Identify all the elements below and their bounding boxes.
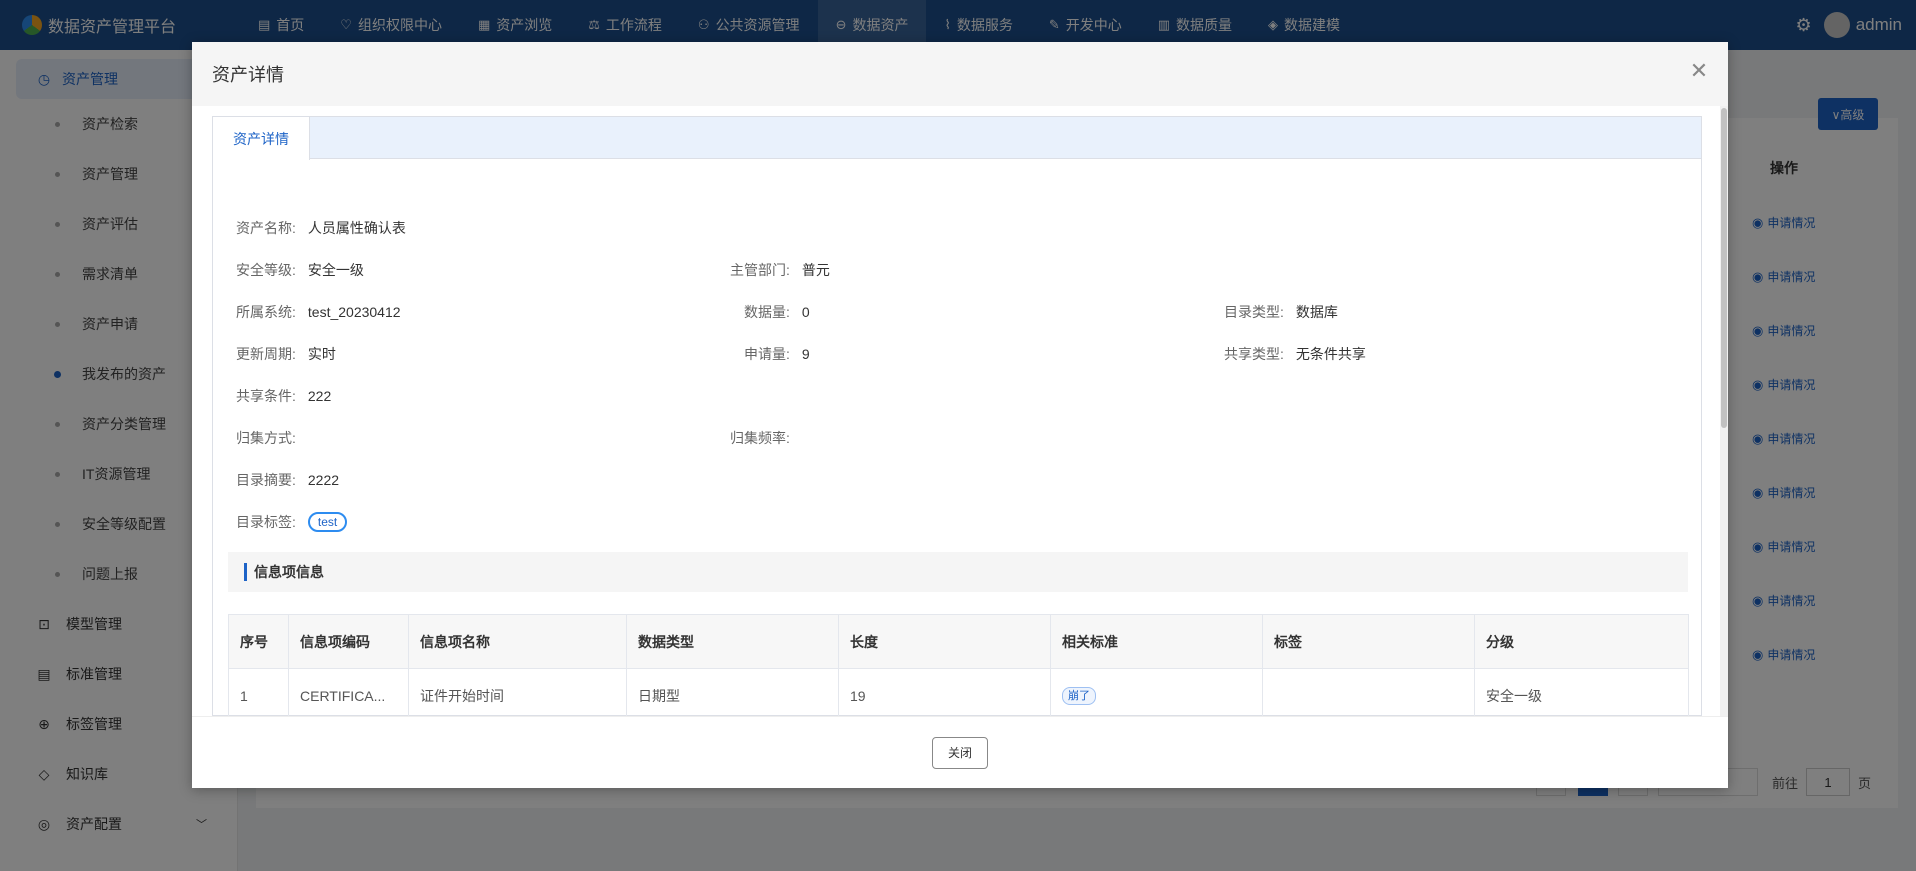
field-value: 无条件共享 (1295, 346, 1366, 362)
table-header-cell: 序号 (228, 614, 289, 669)
table-cell: 19 (838, 668, 1051, 716)
field-asset-name: 资产名称: 人员属性确认表 (236, 218, 406, 238)
field-value: 2222 (307, 472, 340, 488)
tab-asset-detail[interactable]: 资产详情 (213, 117, 310, 160)
field-summary: 目录摘要: 2222 (236, 470, 339, 490)
table-header-cell: 数据类型 (626, 614, 839, 669)
field-label: 主管部门: (730, 262, 790, 278)
field-security-level: 安全等级: 安全一级 (236, 260, 364, 280)
dialog-footer: 关闭 (192, 716, 1728, 788)
field-value: 数据库 (1295, 304, 1338, 320)
field-data-count: 数据量: 0 (744, 302, 810, 322)
field-system: 所属系统: test_20230412 (236, 302, 401, 322)
field-label: 更新周期: (236, 346, 296, 362)
table-cell: 安全一级 (1474, 668, 1689, 716)
field-label: 所属系统: (236, 304, 296, 320)
field-label: 申请量: (744, 346, 790, 362)
dialog-title: 资产详情 (212, 65, 284, 85)
field-value: 安全一级 (307, 262, 364, 278)
dialog-header: 资产详情 ✕ (192, 42, 1728, 106)
table-header-cell: 分级 (1474, 614, 1689, 669)
field-update-cycle: 更新周期: 实时 (236, 344, 336, 364)
asset-detail-dialog: 资产详情 ✕ 资产详情 资产名称: 人员属性确认表 安全等级: 安全一级 主管部… (192, 42, 1728, 788)
field-label: 归集频率: (730, 430, 790, 446)
table-cell: CERTIFICA... (288, 668, 409, 716)
field-label: 归集方式: (236, 430, 296, 446)
section-info-items: 信息项信息 (228, 552, 1688, 592)
tab-bar: 资产详情 (213, 117, 1701, 160)
table-header-cell: 信息项名称 (408, 614, 627, 669)
field-label: 共享类型: (1224, 346, 1284, 362)
field-department: 主管部门: 普元 (730, 260, 830, 280)
scrollbar-thumb[interactable] (1721, 108, 1727, 428)
table-header-cell: 相关标准 (1050, 614, 1263, 669)
table-cell: 崩了 (1050, 668, 1263, 716)
info-items-table: 序号 信息项编码 信息项名称 数据类型 长度 相关标准 标签 分级 1 CERTIFICA...… (228, 614, 1689, 716)
table-header-cell: 标签 (1262, 614, 1475, 669)
table-cell: 1 (228, 668, 289, 716)
field-collect-method: 归集方式: (236, 428, 308, 448)
field-value: 0 (801, 304, 810, 320)
field-value: 实时 (307, 346, 336, 362)
field-value: 普元 (801, 262, 830, 278)
field-apply-count: 申请量: 9 (744, 344, 810, 364)
field-label: 目录标签: (236, 514, 296, 530)
field-label: 共享条件: (236, 388, 296, 404)
section-accent (244, 563, 247, 581)
field-label: 目录摘要: (236, 472, 296, 488)
close-icon[interactable]: ✕ (1688, 60, 1710, 82)
table-header-cell: 信息项编码 (288, 614, 409, 669)
table-row: 1 CERTIFICA... 证件开始时间 日期型 19 崩了 安全一级 (228, 668, 1689, 716)
field-tags: 目录标签: test (236, 512, 348, 532)
dialog-scrollbar[interactable] (1720, 106, 1728, 716)
field-collect-frequency: 归集频率: (730, 428, 802, 448)
field-value: 9 (801, 346, 810, 362)
tag-badge[interactable]: test (307, 512, 348, 532)
field-share-type: 共享类型: 无条件共享 (1224, 344, 1366, 364)
table-header-row: 序号 信息项编码 信息项名称 数据类型 长度 相关标准 标签 分级 (228, 614, 1689, 669)
field-share-condition: 共享条件: 222 (236, 386, 331, 406)
field-label: 数据量: (744, 304, 790, 320)
table-cell: 日期型 (626, 668, 839, 716)
field-value: 222 (307, 388, 332, 404)
close-button[interactable]: 关闭 (932, 736, 988, 769)
field-label: 安全等级: (236, 262, 296, 278)
field-directory-type: 目录类型: 数据库 (1224, 302, 1338, 322)
dialog-body: 资产详情 资产名称: 人员属性确认表 安全等级: 安全一级 主管部门: 普元 所… (192, 106, 1728, 716)
table-cell: 证件开始时间 (408, 668, 627, 716)
field-value: 人员属性确认表 (307, 220, 406, 236)
table-header-cell: 长度 (838, 614, 1051, 669)
field-value: test_20230412 (307, 304, 401, 320)
field-label: 目录类型: (1224, 304, 1284, 320)
table-body: 1CERTIFICA...证件开始时间日期型19崩了安全一级2COMPANY..… (228, 668, 1689, 716)
field-label: 资产名称: (236, 220, 296, 236)
standard-tag[interactable]: 崩了 (1062, 687, 1096, 705)
table-cell (1262, 668, 1475, 716)
section-title: 信息项信息 (254, 564, 324, 580)
